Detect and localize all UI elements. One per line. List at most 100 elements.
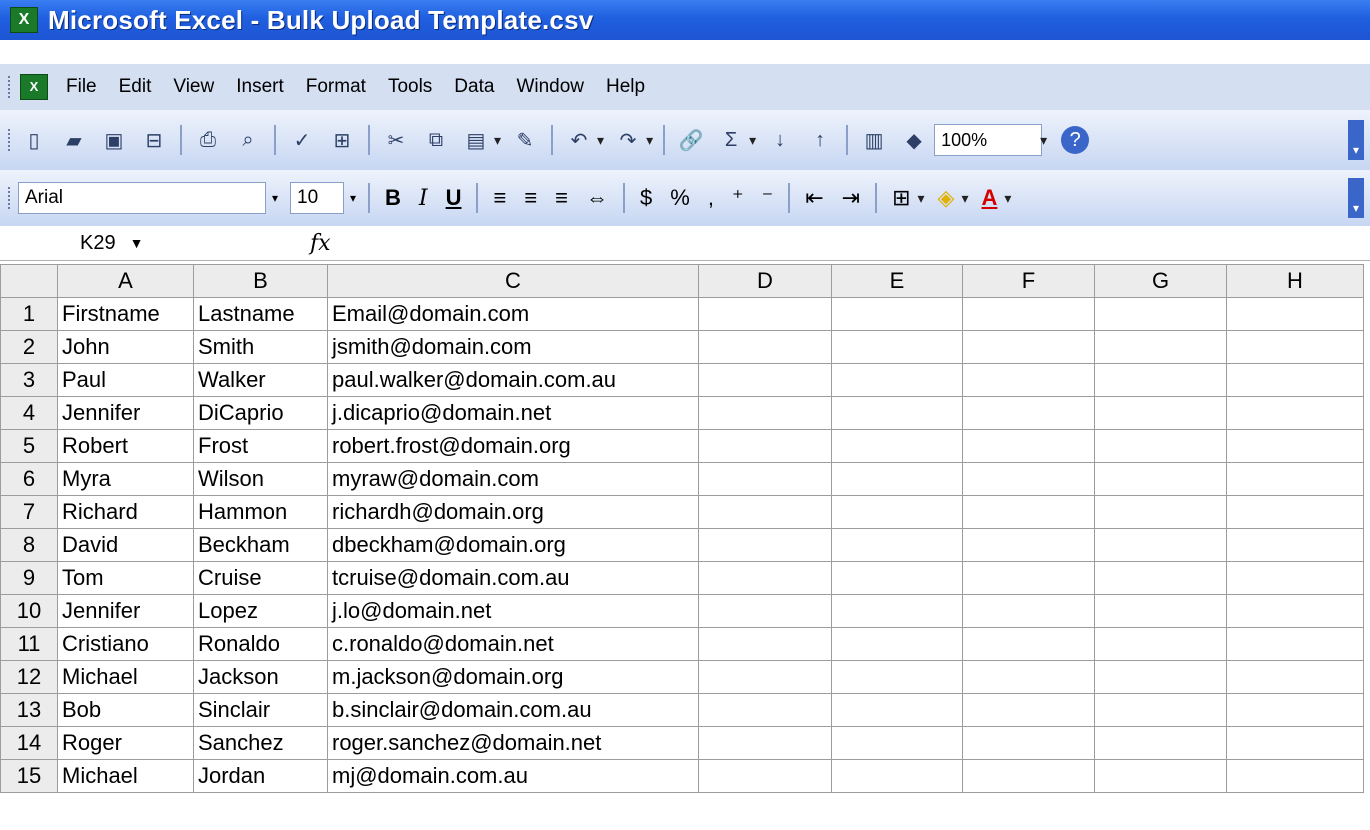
cell-empty[interactable] — [1094, 594, 1227, 628]
cell-empty[interactable] — [1094, 495, 1227, 529]
cell-empty[interactable] — [1226, 363, 1364, 397]
grip-handle[interactable] — [8, 187, 14, 209]
cell-c[interactable]: Email@domain.com — [327, 297, 699, 331]
cell-c[interactable]: jsmith@domain.com — [327, 330, 699, 364]
redo-icon[interactable]: ↷ — [614, 126, 642, 154]
help-icon[interactable]: ? — [1061, 126, 1090, 154]
cell-b[interactable]: DiCaprio — [193, 396, 328, 430]
cell-empty[interactable] — [1226, 693, 1364, 727]
cell-empty[interactable] — [831, 495, 963, 529]
name-box[interactable]: K29 ▼ — [10, 228, 200, 258]
row-header[interactable]: 3 — [0, 363, 58, 397]
increase-indent-icon[interactable]: ⇥ — [842, 185, 860, 211]
comma-icon[interactable]: , — [708, 185, 714, 211]
cell-b[interactable]: Lastname — [193, 297, 328, 331]
cell-empty[interactable] — [1094, 660, 1227, 694]
menu-insert[interactable]: Insert — [236, 76, 284, 98]
row-header[interactable]: 11 — [0, 627, 58, 661]
cell-c[interactable]: robert.frost@domain.org — [327, 429, 699, 463]
chart-wizard-icon[interactable]: ▥ — [860, 126, 888, 154]
menu-help[interactable]: Help — [606, 76, 645, 98]
cell-empty[interactable] — [698, 429, 832, 463]
cell-a[interactable]: Jennifer — [57, 396, 194, 430]
cell-a[interactable]: Roger — [57, 726, 194, 760]
percent-icon[interactable]: % — [670, 185, 690, 211]
cell-empty[interactable] — [698, 297, 832, 331]
cell-empty[interactable] — [1226, 495, 1364, 529]
row-header[interactable]: 12 — [0, 660, 58, 694]
cell-empty[interactable] — [1094, 693, 1227, 727]
cell-empty[interactable] — [831, 396, 963, 430]
toolbar-options-icon[interactable]: ▾ — [1348, 120, 1364, 160]
row-header[interactable]: 4 — [0, 396, 58, 430]
cell-c[interactable]: tcruise@domain.com.au — [327, 561, 699, 595]
cell-a[interactable]: Bob — [57, 693, 194, 727]
cell-empty[interactable] — [831, 528, 963, 562]
row-header[interactable]: 15 — [0, 759, 58, 793]
chevron-down-icon[interactable]: ▼ — [130, 235, 144, 251]
cell-empty[interactable] — [698, 330, 832, 364]
row-header[interactable]: 5 — [0, 429, 58, 463]
select-all-corner[interactable] — [0, 264, 58, 298]
cell-b[interactable]: Lopez — [193, 594, 328, 628]
column-header-a[interactable]: A — [57, 264, 194, 298]
cell-empty[interactable] — [698, 396, 832, 430]
cell-empty[interactable] — [831, 660, 963, 694]
cell-a[interactable]: Tom — [57, 561, 194, 595]
cell-empty[interactable] — [962, 561, 1095, 595]
cell-empty[interactable] — [1226, 429, 1364, 463]
cell-empty[interactable] — [962, 429, 1095, 463]
cell-empty[interactable] — [1094, 363, 1227, 397]
format-painter-icon[interactable]: ✎ — [511, 126, 539, 154]
paste-icon[interactable]: ▤ — [462, 126, 490, 154]
research-icon[interactable]: ⊞ — [328, 126, 356, 154]
chevron-down-icon[interactable]: ▾ — [1040, 132, 1047, 149]
cell-a[interactable]: Michael — [57, 759, 194, 793]
column-header-g[interactable]: G — [1094, 264, 1227, 298]
menu-data[interactable]: Data — [454, 76, 494, 98]
column-header-e[interactable]: E — [831, 264, 963, 298]
cell-c[interactable]: mj@domain.com.au — [327, 759, 699, 793]
cell-a[interactable]: Paul — [57, 363, 194, 397]
cell-empty[interactable] — [698, 660, 832, 694]
undo-icon[interactable]: ↶ — [565, 126, 593, 154]
cell-empty[interactable] — [962, 330, 1095, 364]
cell-empty[interactable] — [1226, 330, 1364, 364]
cell-empty[interactable] — [962, 660, 1095, 694]
cell-c[interactable]: roger.sanchez@domain.net — [327, 726, 699, 760]
cell-empty[interactable] — [1094, 759, 1227, 793]
print-icon[interactable]: ⎙ — [194, 126, 222, 154]
borders-icon[interactable]: ⊞ — [892, 185, 910, 211]
chevron-down-icon[interactable]: ▾ — [646, 132, 653, 149]
cell-empty[interactable] — [831, 693, 963, 727]
cell-empty[interactable] — [1094, 561, 1227, 595]
save-icon[interactable]: ▣ — [100, 126, 128, 154]
cell-empty[interactable] — [962, 495, 1095, 529]
cell-b[interactable]: Frost — [193, 429, 328, 463]
workbook-icon[interactable]: X — [20, 74, 48, 100]
cell-empty[interactable] — [1094, 627, 1227, 661]
column-header-b[interactable]: B — [193, 264, 328, 298]
cell-empty[interactable] — [962, 594, 1095, 628]
menu-window[interactable]: Window — [516, 76, 584, 98]
cell-a[interactable]: Richard — [57, 495, 194, 529]
cell-empty[interactable] — [962, 462, 1095, 496]
cell-empty[interactable] — [831, 594, 963, 628]
cell-empty[interactable] — [1094, 528, 1227, 562]
cell-empty[interactable] — [1226, 627, 1364, 661]
cell-empty[interactable] — [831, 627, 963, 661]
grip-handle[interactable] — [8, 129, 14, 151]
row-header[interactable]: 10 — [0, 594, 58, 628]
cell-a[interactable]: Jennifer — [57, 594, 194, 628]
cell-empty[interactable] — [831, 330, 963, 364]
autosum-icon[interactable]: Σ — [717, 126, 745, 154]
cell-empty[interactable] — [698, 561, 832, 595]
cell-empty[interactable] — [1226, 594, 1364, 628]
cell-b[interactable]: Smith — [193, 330, 328, 364]
chevron-down-icon[interactable]: ▾ — [1004, 190, 1011, 207]
cell-empty[interactable] — [962, 297, 1095, 331]
chevron-down-icon[interactable]: ▾ — [344, 183, 362, 213]
cell-empty[interactable] — [1094, 396, 1227, 430]
font-color-icon[interactable]: A — [982, 185, 998, 211]
align-left-icon[interactable]: ≡ — [493, 185, 506, 211]
